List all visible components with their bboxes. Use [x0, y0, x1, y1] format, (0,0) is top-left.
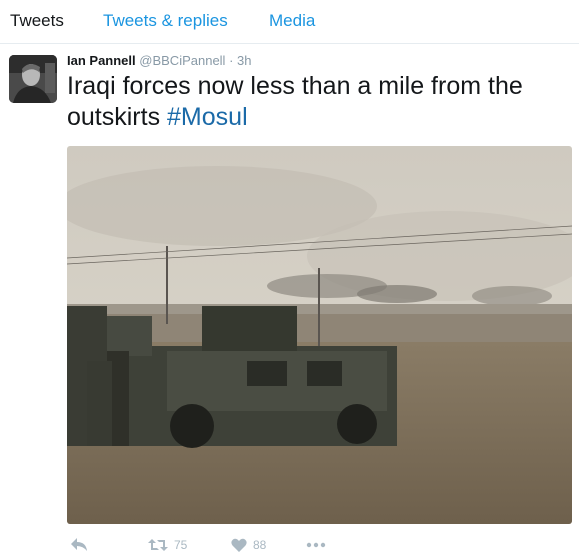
retweet-icon	[148, 539, 168, 551]
like-button[interactable]: 88	[231, 535, 266, 555]
tweet-text: Iraqi forces now less than a mile from t…	[67, 71, 567, 133]
retweet-button[interactable]: 75	[148, 535, 187, 555]
reply-icon	[71, 538, 87, 551]
tweet-actions: 75 88	[0, 530, 579, 559]
avatar-photo-icon	[9, 55, 57, 103]
tab-tweets[interactable]: Tweets	[10, 11, 64, 31]
like-count: 88	[253, 538, 267, 552]
tab-media[interactable]: Media	[269, 11, 315, 31]
tab-tweets-and-replies[interactable]: Tweets & replies	[103, 11, 228, 31]
retweet-count: 75	[174, 538, 188, 552]
tweet-header: Ian Pannell @BBCiPannell · 3h	[67, 53, 252, 68]
author-handle[interactable]: @BBCiPannell	[139, 53, 225, 68]
separator: ·	[229, 53, 234, 68]
profile-tabs: Tweets Tweets & replies Media	[0, 0, 579, 44]
avatar[interactable]	[9, 55, 57, 103]
heart-icon	[231, 538, 247, 552]
reply-button[interactable]	[70, 535, 88, 555]
more-icon	[306, 542, 326, 548]
more-button[interactable]	[306, 535, 326, 555]
tweet-time[interactable]: 3h	[237, 53, 251, 68]
photo-icon	[67, 146, 572, 524]
hashtag-link[interactable]: #Mosul	[167, 103, 248, 131]
author-name[interactable]: Ian Pannell	[67, 53, 136, 68]
tweet-photo[interactable]	[67, 146, 572, 524]
tweet-body: Iraqi forces now less than a mile from t…	[67, 72, 523, 131]
